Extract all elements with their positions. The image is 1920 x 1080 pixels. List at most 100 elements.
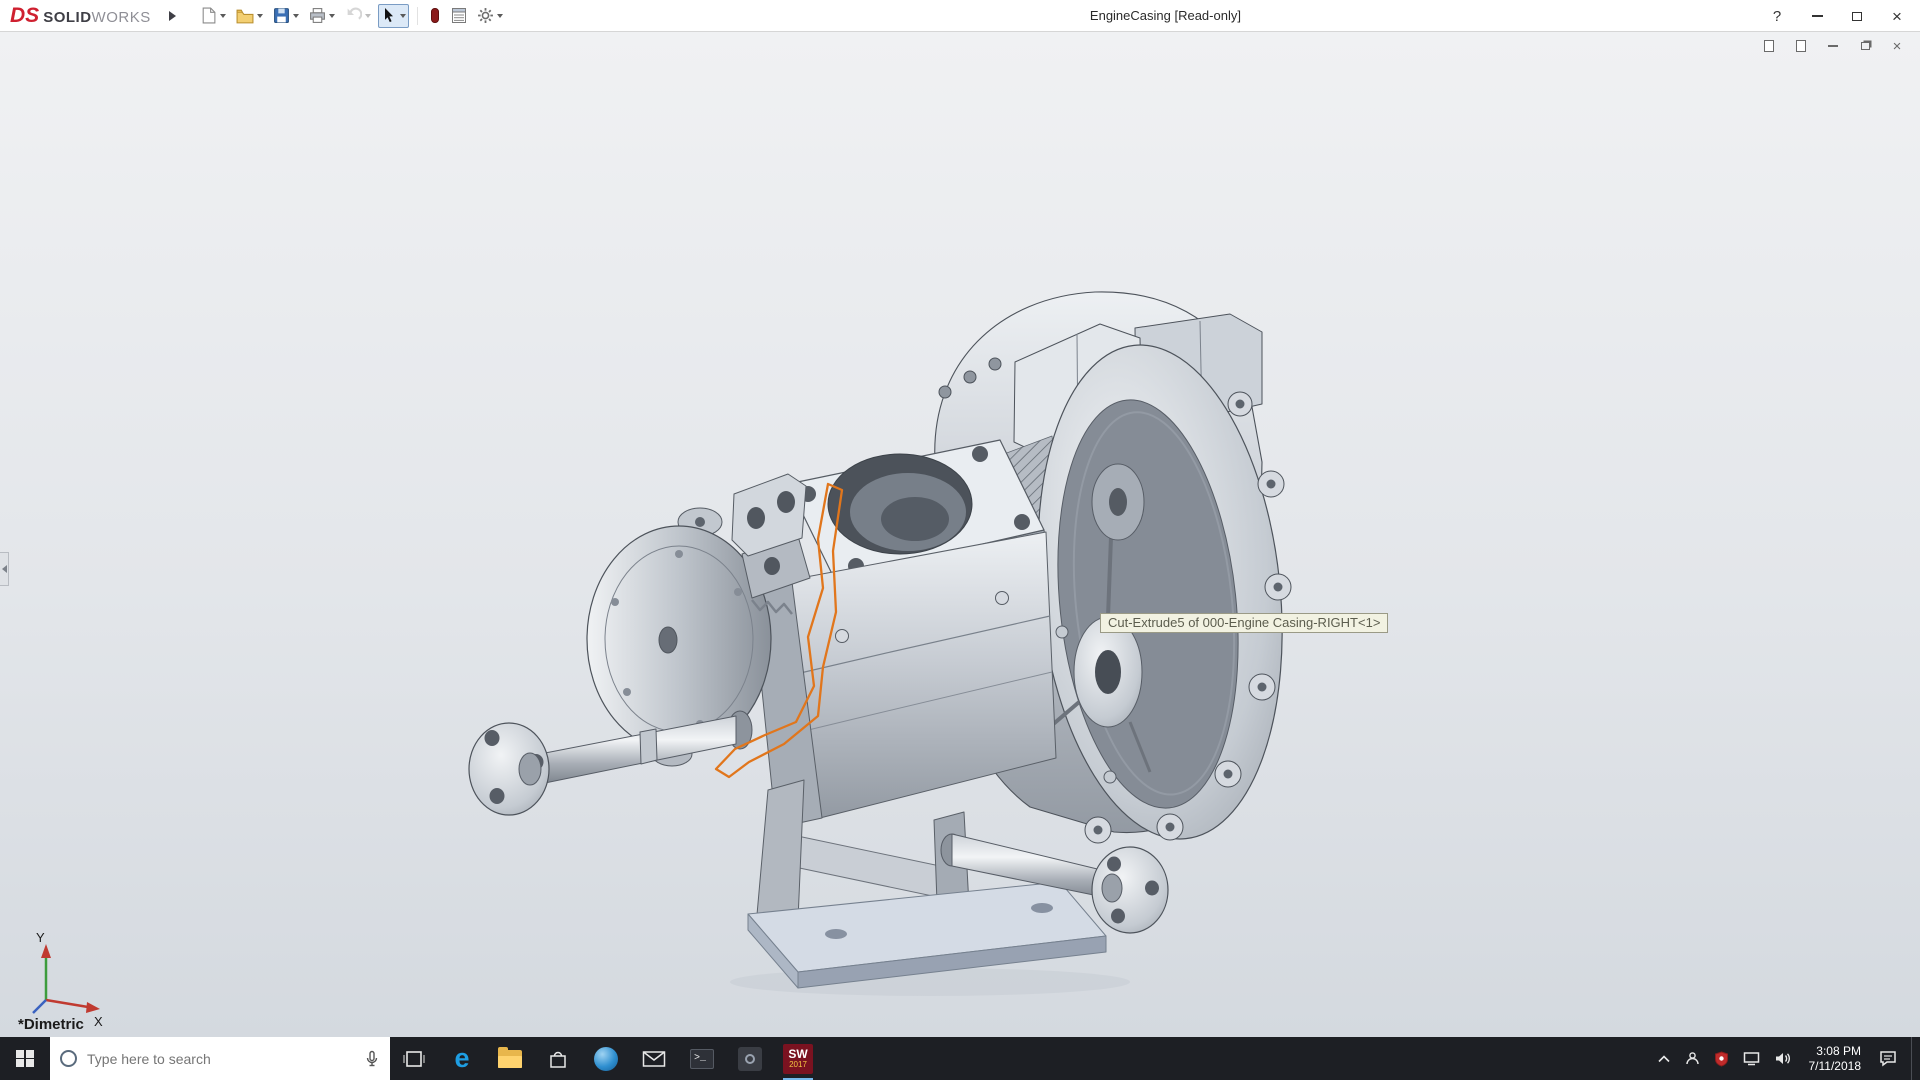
orientation-triad[interactable]: Y X bbox=[33, 930, 103, 1029]
options-gear-icon bbox=[477, 7, 494, 24]
ds-logo: DS bbox=[10, 4, 39, 28]
start-button[interactable] bbox=[0, 1037, 50, 1080]
search-input[interactable] bbox=[87, 1051, 354, 1067]
taskbar-search[interactable] bbox=[50, 1037, 390, 1080]
close-icon: × bbox=[1892, 8, 1902, 25]
microphone-icon[interactable] bbox=[364, 1050, 380, 1068]
taskbar-app-terminal[interactable]: >_ bbox=[678, 1037, 726, 1080]
edge-icon: e bbox=[454, 1045, 469, 1072]
taskbar-app-solidworks[interactable]: SW 2017 bbox=[774, 1037, 822, 1080]
chevron-down-icon bbox=[293, 14, 299, 18]
open-icon bbox=[236, 8, 254, 24]
chevron-down-icon bbox=[257, 14, 263, 18]
chevron-down-icon bbox=[220, 14, 226, 18]
chevron-down-icon bbox=[329, 14, 335, 18]
doc-restore-button[interactable] bbox=[1856, 38, 1874, 54]
properties-button[interactable] bbox=[448, 4, 470, 28]
doc-close-button[interactable]: × bbox=[1888, 38, 1906, 54]
help-button[interactable]: ? bbox=[1762, 4, 1792, 28]
close-button[interactable]: × bbox=[1882, 4, 1912, 28]
chevron-down-icon bbox=[497, 14, 503, 18]
solidworks-badge-year: 2017 bbox=[789, 1060, 807, 1069]
undo-button[interactable] bbox=[342, 4, 374, 28]
taskbar-app-file-explorer[interactable] bbox=[486, 1037, 534, 1080]
brand-solid: SOLID bbox=[43, 9, 91, 26]
task-view-button[interactable] bbox=[390, 1037, 438, 1080]
chevron-down-icon bbox=[365, 14, 371, 18]
page-icon bbox=[1764, 40, 1774, 52]
save-icon bbox=[273, 7, 290, 24]
taskbar-app-dark[interactable] bbox=[726, 1037, 774, 1080]
chevron-up-icon bbox=[1657, 1054, 1671, 1064]
new-document-icon bbox=[200, 7, 217, 24]
window-title: EngineCasing [Read-only] bbox=[1090, 8, 1241, 23]
tray-antivirus-button[interactable] bbox=[1714, 1051, 1729, 1067]
file-explorer-icon bbox=[498, 1050, 522, 1068]
triad-y-label: Y bbox=[36, 930, 45, 945]
start-icon bbox=[16, 1050, 34, 1068]
doc-minimize-button[interactable] bbox=[1824, 38, 1842, 54]
browser-globe-icon bbox=[594, 1047, 618, 1071]
close-icon: × bbox=[1893, 39, 1902, 54]
taskbar-clock[interactable]: 3:08 PM 7/11/2018 bbox=[1805, 1044, 1866, 1074]
tray-volume-button[interactable] bbox=[1774, 1051, 1791, 1066]
undo-icon bbox=[345, 7, 362, 24]
select-icon bbox=[381, 7, 397, 24]
open-button[interactable] bbox=[233, 4, 266, 28]
taskbar-app-edge[interactable]: e bbox=[438, 1037, 486, 1080]
tray-expand-button[interactable] bbox=[1657, 1054, 1671, 1064]
macro-button[interactable] bbox=[426, 4, 444, 28]
hover-tooltip: Cut-Extrude5 of 000-Engine Casing-RIGHT<… bbox=[1100, 613, 1388, 633]
solidworks-window: DSSOLIDWORKS bbox=[0, 0, 1920, 1080]
clock-time: 3:08 PM bbox=[1809, 1044, 1862, 1059]
person-icon bbox=[1685, 1051, 1700, 1066]
help-icon: ? bbox=[1773, 8, 1781, 25]
chevron-down-icon bbox=[400, 14, 406, 18]
minimize-icon bbox=[1828, 45, 1838, 47]
new-document-button[interactable] bbox=[197, 4, 229, 28]
minimize-icon bbox=[1812, 15, 1823, 17]
menu-expand-icon bbox=[169, 11, 176, 21]
graphics-viewport[interactable]: Y X × Cut-Extrude5 of 000-Engine Casing-… bbox=[0, 32, 1920, 1037]
model-canvas[interactable]: Y X bbox=[0, 32, 1920, 1037]
print-icon bbox=[309, 7, 326, 24]
action-center-icon bbox=[1879, 1050, 1897, 1067]
view-orientation-label: *Dimetric bbox=[18, 1016, 84, 1033]
taskbar-app-mail[interactable] bbox=[630, 1037, 678, 1080]
menu-expand-button[interactable] bbox=[163, 6, 183, 26]
show-desktop-button[interactable] bbox=[1911, 1037, 1916, 1080]
clock-date: 7/11/2018 bbox=[1809, 1059, 1862, 1074]
taskbar-app-browser[interactable] bbox=[582, 1037, 630, 1080]
select-tool-button[interactable] bbox=[378, 4, 409, 28]
options-button[interactable] bbox=[474, 4, 506, 28]
panel-splitter-tab[interactable] bbox=[0, 552, 9, 586]
action-center-button[interactable] bbox=[1879, 1050, 1897, 1067]
antivirus-shield-icon bbox=[1714, 1051, 1729, 1067]
print-button[interactable] bbox=[306, 4, 338, 28]
page-icon bbox=[1796, 40, 1806, 52]
properties-icon bbox=[451, 7, 467, 24]
maximize-button[interactable] bbox=[1842, 4, 1872, 28]
taskbar-app-store[interactable] bbox=[534, 1037, 582, 1080]
document-window-controls: × bbox=[1760, 38, 1906, 54]
tray-user-button[interactable] bbox=[1685, 1051, 1700, 1066]
chevron-left-icon bbox=[2, 565, 7, 573]
task-view-icon bbox=[402, 1049, 426, 1069]
minimize-button[interactable] bbox=[1802, 4, 1832, 28]
network-icon bbox=[1743, 1051, 1760, 1066]
solidworks-app-icon: SW 2017 bbox=[783, 1044, 813, 1074]
main-toolbar bbox=[197, 4, 506, 28]
left-axle[interactable] bbox=[469, 711, 752, 815]
solidworks-logo: DSSOLIDWORKS bbox=[0, 4, 161, 28]
speaker-icon bbox=[1774, 1051, 1791, 1066]
engine-casing-model[interactable] bbox=[469, 292, 1305, 996]
solidworks-badge-text: SW bbox=[788, 1048, 807, 1060]
titlebar: DSSOLIDWORKS bbox=[0, 0, 1920, 32]
search-icon bbox=[60, 1050, 77, 1067]
tray-network-button[interactable] bbox=[1743, 1051, 1760, 1066]
terminal-icon: >_ bbox=[690, 1049, 714, 1069]
doc-window-icon-1[interactable] bbox=[1760, 38, 1778, 54]
save-button[interactable] bbox=[270, 4, 302, 28]
doc-window-icon-2[interactable] bbox=[1792, 38, 1810, 54]
triad-x-label: X bbox=[94, 1014, 103, 1029]
